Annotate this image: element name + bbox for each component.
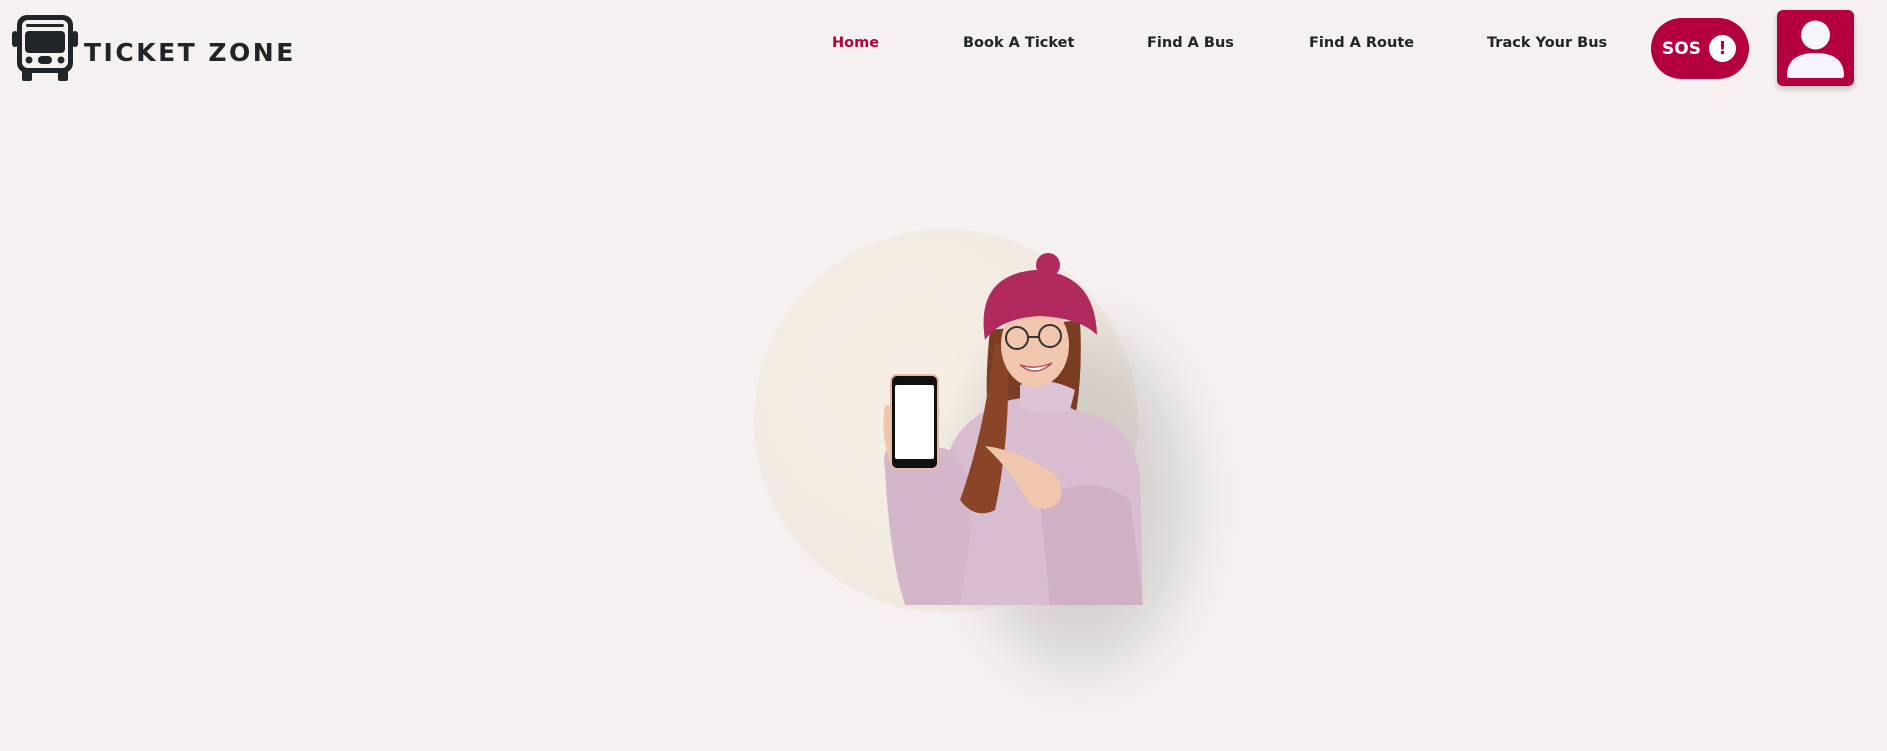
hero-illustration	[754, 229, 1190, 670]
